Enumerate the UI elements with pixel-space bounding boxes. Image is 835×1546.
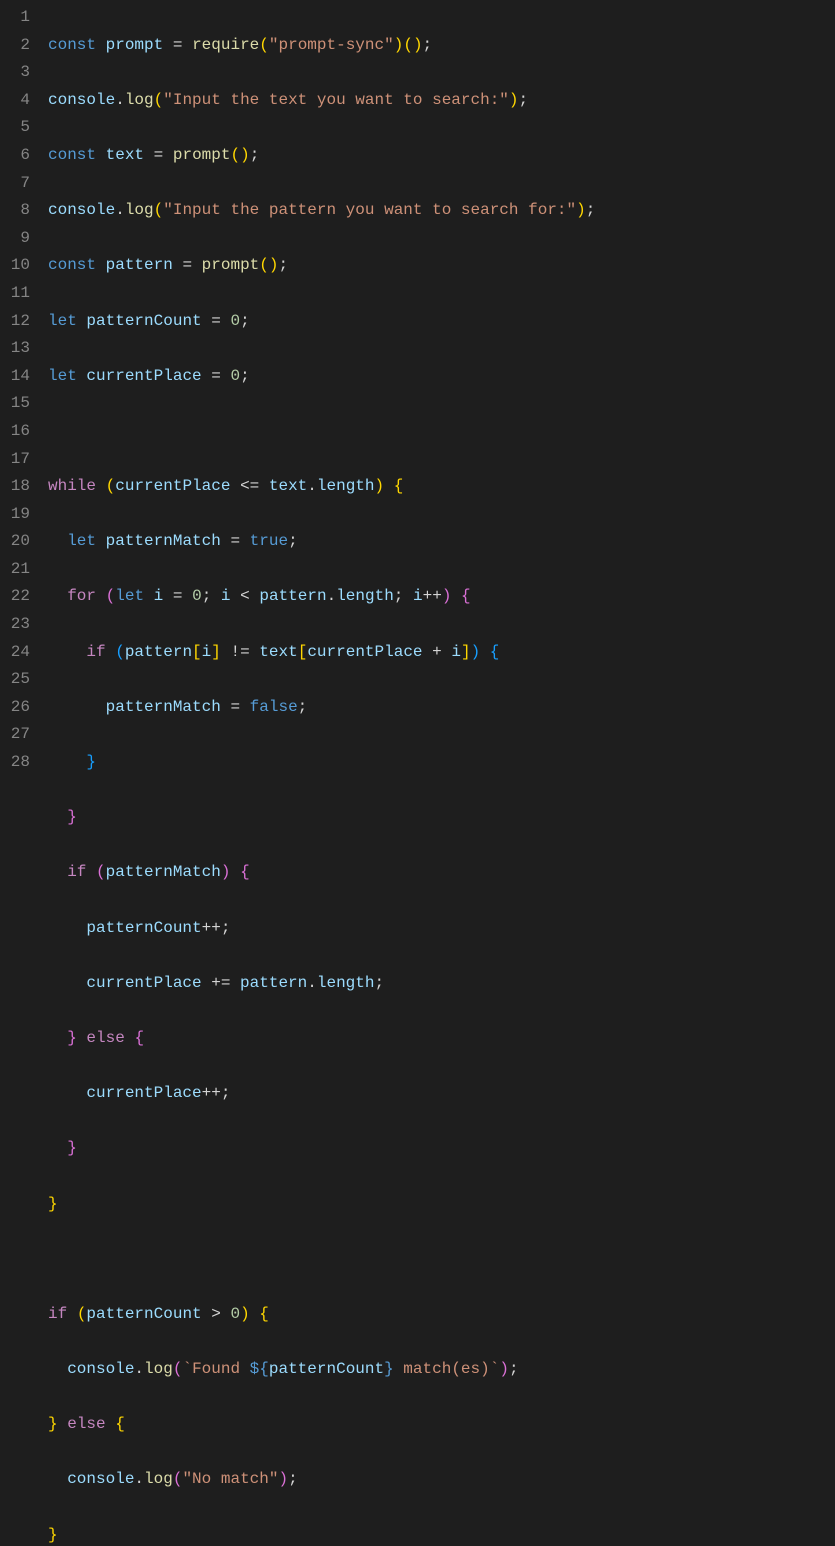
line-number: 27 [0,721,30,749]
code-area[interactable]: const prompt = require("prompt-sync")();… [48,4,835,1546]
code-line[interactable]: let patternCount = 0; [48,308,835,336]
code-line[interactable]: patternMatch = false; [48,694,835,722]
line-number: 7 [0,170,30,198]
code-line[interactable]: } [48,1135,835,1163]
code-line[interactable]: const text = prompt(); [48,142,835,170]
code-line[interactable] [48,1246,835,1274]
line-number: 11 [0,280,30,308]
code-line[interactable]: const prompt = require("prompt-sync")(); [48,32,835,60]
line-number: 26 [0,694,30,722]
line-number: 8 [0,197,30,225]
line-number: 5 [0,114,30,142]
code-line[interactable]: let currentPlace = 0; [48,363,835,391]
line-number: 14 [0,363,30,391]
code-line[interactable]: console.log(`Found ${patternCount} match… [48,1356,835,1384]
line-number: 9 [0,225,30,253]
line-number: 18 [0,473,30,501]
code-line[interactable]: currentPlace++; [48,1080,835,1108]
line-number: 10 [0,252,30,280]
code-line[interactable]: if (patternMatch) { [48,859,835,887]
code-line[interactable]: const pattern = prompt(); [48,252,835,280]
code-line[interactable]: if (patternCount > 0) { [48,1301,835,1329]
code-line[interactable]: } [48,1191,835,1219]
line-number: 20 [0,528,30,556]
code-line[interactable]: for (let i = 0; i < pattern.length; i++)… [48,583,835,611]
line-number: 13 [0,335,30,363]
line-number: 24 [0,639,30,667]
line-number: 1 [0,4,30,32]
code-line[interactable]: } [48,1522,835,1546]
line-number: 17 [0,446,30,474]
line-number: 15 [0,390,30,418]
line-number-gutter: 1 2 3 4 5 6 7 8 9 10 11 12 13 14 15 16 1… [0,4,48,1546]
line-number: 28 [0,749,30,777]
line-number: 2 [0,32,30,60]
line-number: 3 [0,59,30,87]
code-line[interactable]: console.log("No match"); [48,1466,835,1494]
code-line[interactable]: while (currentPlace <= text.length) { [48,473,835,501]
code-line[interactable]: console.log("Input the text you want to … [48,87,835,115]
code-line[interactable]: console.log("Input the pattern you want … [48,197,835,225]
code-line[interactable]: currentPlace += pattern.length; [48,970,835,998]
line-number: 22 [0,583,30,611]
code-line[interactable] [48,418,835,446]
line-number: 23 [0,611,30,639]
line-number: 25 [0,666,30,694]
line-number: 12 [0,308,30,336]
code-line[interactable]: } else { [48,1411,835,1439]
code-line[interactable]: } else { [48,1025,835,1053]
code-editor: 1 2 3 4 5 6 7 8 9 10 11 12 13 14 15 16 1… [0,0,835,1546]
line-number: 4 [0,87,30,115]
code-line[interactable]: } [48,749,835,777]
code-line[interactable]: let patternMatch = true; [48,528,835,556]
code-line[interactable]: if (pattern[i] != text[currentPlace + i]… [48,639,835,667]
code-line[interactable]: patternCount++; [48,915,835,943]
line-number: 19 [0,501,30,529]
line-number: 16 [0,418,30,446]
line-number: 6 [0,142,30,170]
code-line[interactable]: } [48,804,835,832]
line-number: 21 [0,556,30,584]
